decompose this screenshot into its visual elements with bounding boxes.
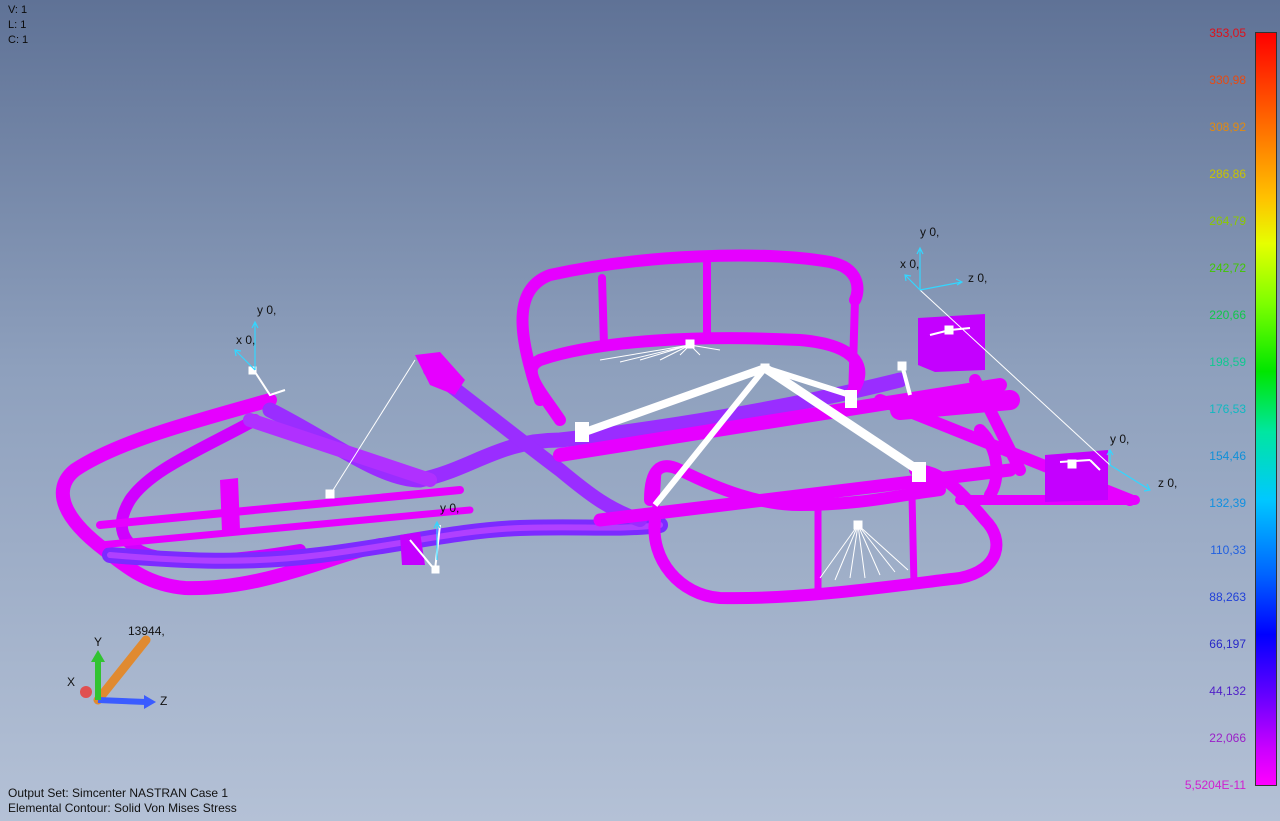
- csys-top-x-label: x 0,: [900, 257, 919, 271]
- csys-right-z-label: z 0,: [1158, 476, 1177, 490]
- legend-value-0: 353,05: [1209, 26, 1246, 40]
- output-info: Output Set: Simcenter NASTRAN Case 1 Ele…: [8, 786, 237, 816]
- rbe-node-4: [325, 489, 335, 499]
- model-viewport[interactable]: y 0, x 0, y 0, y 0, x 0, z 0, y 0, z 0, …: [0, 0, 1280, 821]
- legend-value-3: 286,86: [1209, 167, 1246, 181]
- view-triad-y-arrowhead: [91, 650, 105, 662]
- csys-left-y-label: y 0,: [257, 303, 276, 317]
- legend-value-10: 132,39: [1209, 496, 1246, 510]
- csys-top-y-label: y 0,: [920, 225, 939, 239]
- view-triad-z-arrowhead: [144, 695, 156, 709]
- view-triad-y-label: Y: [94, 635, 102, 649]
- view-triad-z-axis: [97, 697, 147, 705]
- legend-value-4: 264,79: [1209, 214, 1246, 228]
- rear-bracket-plate: [220, 478, 240, 532]
- view-triad-z-label: Z: [160, 694, 167, 708]
- view-triad-x-axis: [80, 686, 92, 698]
- csys-center-y-label: y 0,: [440, 501, 459, 515]
- front-mount-right: [1045, 450, 1108, 502]
- front-mount-top: [918, 314, 985, 372]
- view-triad-x-label: X: [67, 675, 75, 689]
- legend-value-12: 88,263: [1209, 590, 1246, 604]
- csys-top-z-label: z 0,: [968, 271, 987, 285]
- csys-top-z-axis: [919, 278, 964, 291]
- bumper-post-2: [908, 491, 918, 589]
- csys-right-z-axis: [1109, 464, 1151, 492]
- seat-post-1: [598, 274, 608, 349]
- rbe-spider-bottom: [819, 524, 909, 581]
- csys-right-y-label: y 0,: [1110, 432, 1129, 446]
- legend-value-8: 176,53: [1209, 402, 1246, 416]
- legend-value-16: 5,5204E-11: [1184, 778, 1246, 792]
- small-bracket-center: [895, 395, 928, 418]
- front-bumper-side: [974, 424, 1003, 501]
- contour-type-label: Elemental Contour: Solid Von Mises Stres…: [8, 801, 237, 815]
- rbe-node-7: [1067, 459, 1077, 469]
- csys-left-x-label: x 0,: [236, 333, 255, 347]
- legend-value-14: 44,132: [1209, 684, 1246, 698]
- csys-left-x-axis: [234, 349, 256, 371]
- legend-value-5: 242,72: [1209, 261, 1246, 275]
- legend-value-11: 110,33: [1210, 543, 1246, 557]
- legend-value-2: 308,92: [1209, 120, 1246, 134]
- rbe-node-9: [431, 565, 440, 574]
- rbe-node-6: [944, 325, 954, 335]
- csys-top-x-axis: [904, 274, 921, 291]
- cross-tube-left: [243, 413, 437, 487]
- output-set-label: Output Set: Simcenter NASTRAN Case 1: [8, 786, 229, 800]
- rear-axle-bar-1: [96, 486, 464, 529]
- legend-value-6: 220,66: [1209, 308, 1246, 322]
- seat-post-3: [848, 296, 859, 404]
- rbe-node-5: [897, 361, 907, 371]
- contour-legend-bar: [1255, 32, 1277, 786]
- legend-value-1: 330,98: [1209, 73, 1246, 87]
- left-bracket-plate: [415, 352, 465, 395]
- legend-value-9: 154,46: [1209, 449, 1246, 463]
- view-triad: Y X Z 13944,: [67, 624, 167, 709]
- rbe-node-1: [685, 339, 695, 349]
- rbe-line-top: [919, 289, 1111, 466]
- bumper-post-3: [651, 466, 662, 524]
- view-triad-view-axis: [93, 635, 151, 705]
- rbe-node-2: [760, 363, 770, 373]
- legend-value-13: 66,197: [1209, 637, 1246, 651]
- legend-value-7: 198,59: [1209, 355, 1246, 369]
- view-triad-value: 13944,: [128, 624, 165, 638]
- legend-value-15: 22,066: [1209, 731, 1246, 745]
- rbe-node-3: [853, 520, 863, 530]
- rbe-left-mount: [254, 371, 286, 397]
